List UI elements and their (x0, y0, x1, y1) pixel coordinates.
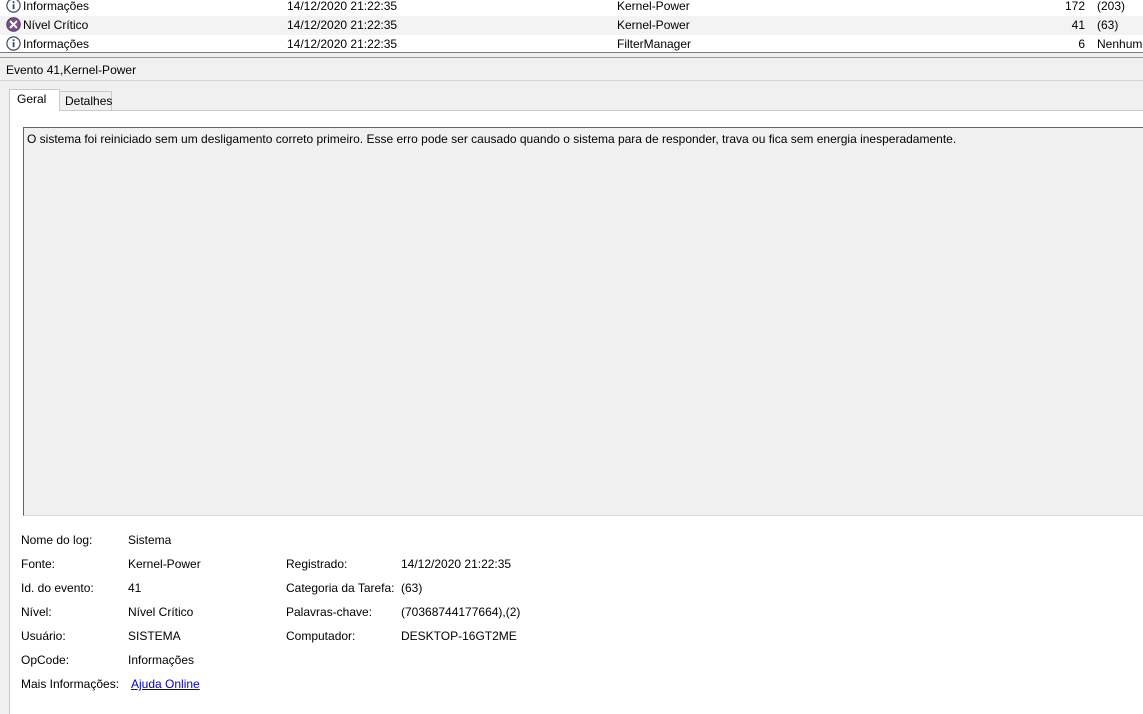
title-divider (0, 80, 1143, 81)
level-label: Nível: (21, 605, 52, 619)
event-date: 14/12/2020 21:22:35 (287, 37, 398, 51)
source-value: Kernel-Power (128, 557, 201, 571)
computer-label: Computador: (286, 629, 356, 643)
computer-value: DESKTOP-16GT2ME (401, 629, 517, 643)
event-source: Kernel-Power (617, 18, 690, 32)
user-value: SISTEMA (128, 629, 181, 643)
task-category-label: Categoria da Tarefa: (286, 581, 395, 595)
description-box[interactable]: O sistema foi reiniciado sem um desligam… (23, 127, 1143, 516)
event-source: Kernel-Power (617, 0, 690, 13)
tab-general[interactable]: Geral (9, 89, 60, 111)
event-row[interactable]: Informações 14/12/2020 21:22:35 FilterMa… (0, 35, 1143, 53)
source-label: Fonte: (21, 557, 56, 571)
opcode-label: OpCode: (21, 653, 70, 667)
event-title: Evento 41,Kernel-Power (6, 63, 137, 77)
list-divider (0, 52, 1143, 53)
event-category: (63) (1097, 18, 1119, 32)
task-category-value: (63) (401, 581, 423, 595)
opcode-value: Informações (128, 653, 195, 667)
keywords-label: Palavras-chave: (286, 605, 373, 619)
event-description: O sistema foi reiniciado sem um desligam… (27, 132, 957, 146)
event-id: 41 (1071, 18, 1085, 32)
event-source: FilterManager (617, 37, 692, 51)
event-level: Informações (23, 37, 90, 51)
event-date: 14/12/2020 21:22:35 (287, 18, 398, 32)
pane-splitter[interactable] (0, 57, 1143, 58)
event-level: Nível Crítico (23, 18, 89, 32)
logged-label: Registrado: (286, 557, 348, 571)
event-id: 172 (1064, 0, 1085, 13)
event-list[interactable]: Informações 14/12/2020 21:22:35 Kernel-P… (0, 0, 1143, 53)
event-category: (203) (1097, 0, 1126, 13)
level-value: Nível Crítico (128, 605, 194, 619)
info-icon (6, 36, 21, 51)
more-info-label: Mais Informações: (21, 677, 120, 691)
user-label: Usuário: (21, 629, 66, 643)
event-level: Informações (23, 0, 90, 13)
log-name-value: Sistema (128, 533, 172, 547)
critical-icon (6, 17, 21, 32)
log-name-label: Nome do log: (21, 533, 93, 547)
event-row[interactable]: Informações 14/12/2020 21:22:35 Kernel-P… (0, 0, 1143, 16)
logged-value: 14/12/2020 21:22:35 (401, 557, 512, 571)
online-help-link[interactable]: Ajuda Online (131, 677, 200, 691)
event-id-label: Id. do evento: (21, 581, 94, 595)
keywords-value: (70368744177664),(2) (401, 605, 521, 619)
event-id: 6 (1078, 37, 1085, 51)
info-icon (6, 0, 21, 13)
tab-details[interactable]: Detalhes (59, 91, 112, 111)
event-date: 14/12/2020 21:22:35 (287, 0, 398, 13)
event-row-selected[interactable]: Nível Crítico 14/12/2020 21:22:35 Kernel… (0, 16, 1143, 35)
event-id-value: 41 (128, 581, 142, 595)
event-category: Nenhum (1097, 37, 1143, 51)
